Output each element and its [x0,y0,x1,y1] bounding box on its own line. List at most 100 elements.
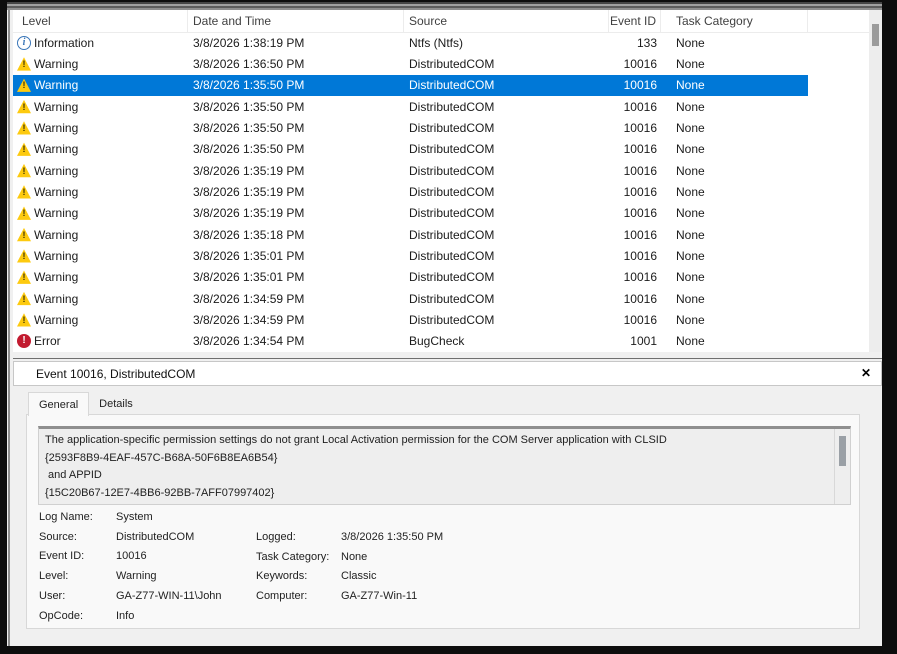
message-vertical-scrollbar[interactable] [834,429,850,504]
event-row[interactable]: Warning 3/8/2026 1:34:59 PM DistributedCOM… [13,288,808,309]
date-time-cell: 3/8/2026 1:34:54 PM [193,334,305,349]
toolbar-edge-strip [7,2,882,10]
date-time-cell: 3/8/2026 1:35:18 PM [193,227,305,242]
date-time-cell: 3/8/2026 1:38:19 PM [193,35,305,50]
warning-icon [17,227,31,242]
event-id-cell: 10016 [623,291,657,306]
level-label: Warning [34,291,79,306]
event-id-cell: 10016 [623,227,657,242]
event-row[interactable]: Warning 3/8/2026 1:35:18 PM DistributedCOM… [13,224,808,245]
task-category-cell: None [676,312,705,327]
level-cell: Warning [13,267,188,288]
error-icon [17,334,31,349]
detail-field: OpCode: Info [39,606,222,626]
column-header-level[interactable]: Level [13,10,188,32]
event-row[interactable]: Warning 3/8/2026 1:35:50 PM DistributedCOM… [13,96,808,117]
source-cell: DistributedCOM [409,184,495,199]
level-label: Error [34,334,61,349]
level-cell: Warning [13,139,188,160]
event-row[interactable]: Warning 3/8/2026 1:35:50 PM DistributedCOM… [13,74,808,96]
tab-details[interactable]: Details [89,392,143,415]
date-time-cell: 3/8/2026 1:35:01 PM [193,270,305,285]
level-cell: Information [13,32,188,53]
event-row[interactable]: Information 3/8/2026 1:38:19 PM Ntfs (Ntfs… [13,32,808,53]
task-category-cell: None [676,334,705,349]
event-row[interactable]: Error 3/8/2026 1:34:54 PM BugCheck 1001 None [13,331,808,352]
warning-icon [17,78,31,92]
message-line: The application-specific permission sett… [45,434,667,446]
detail-field: Computer: GA-Z77-Win-11 [256,586,443,606]
event-id-cell: 10016 [623,248,657,263]
detail-field: Logged: 3/8/2026 1:35:50 PM [256,527,443,547]
event-id-cell: 1001 [630,334,657,349]
message-line: {2593F8B9-4EAF-457C-B68A-50F6B8EA6B54} [45,451,278,464]
task-category-cell: None [676,184,705,199]
source-cell: DistributedCOM [409,120,495,135]
field-label: Logged: [256,530,296,543]
detail-field: Level: Warning [39,566,222,586]
level-label: Warning [34,312,79,327]
tab-general[interactable]: General [28,392,90,416]
event-list: Level Date and Time Source Event ID Task… [13,10,869,352]
event-row[interactable]: Warning 3/8/2026 1:35:50 PM DistributedCOM… [13,117,808,138]
date-time-cell: 3/8/2026 1:34:59 PM [193,312,305,327]
level-cell: Warning [13,288,188,309]
field-value: GA-Z77-WIN-11\John [116,590,222,603]
column-header-event-id[interactable]: Event ID [609,10,661,32]
event-id-cell: 10016 [623,206,657,221]
detail-pane-title: Event 10016, DistributedCOM [36,366,196,381]
warning-icon [17,206,31,220]
list-scrollbar-thumb[interactable] [872,24,879,46]
source-cell: DistributedCOM [409,206,495,221]
close-icon[interactable]: ✕ [861,366,871,380]
detail-field: Event ID: 10016 [39,547,222,567]
date-time-cell: 3/8/2026 1:35:50 PM [193,142,305,157]
event-message-text: The application-specific permission sett… [41,431,832,502]
field-label: Level: [39,570,69,583]
event-list-header: Level Date and Time Source Event ID Task… [13,10,869,33]
level-label: Warning [34,56,79,71]
column-header-source[interactable]: Source [404,10,609,32]
level-label: Warning [34,142,79,157]
task-category-cell: None [676,99,705,114]
field-value: 10016 [116,550,147,563]
field-value: None [341,550,368,563]
message-line: and APPID [45,469,102,481]
event-row[interactable]: Warning 3/8/2026 1:34:59 PM DistributedCOM… [13,309,808,330]
field-value: Warning [116,570,157,583]
column-header-date-time[interactable]: Date and Time [188,10,404,32]
warning-icon [17,121,31,135]
source-cell: Ntfs (Ntfs) [409,35,463,50]
level-cell: Warning [13,181,188,202]
source-cell: DistributedCOM [409,312,495,327]
event-row[interactable]: Warning 3/8/2026 1:35:19 PM DistributedCOM… [13,203,808,224]
detail-pane-title-bar: Event 10016, DistributedCOM ✕ [13,361,882,386]
warning-icon [17,57,31,71]
level-label: Warning [34,184,79,199]
bezel-bottom [0,646,897,654]
list-vertical-scrollbar[interactable] [869,10,882,352]
event-row[interactable]: Warning 3/8/2026 1:35:19 PM DistributedCOM… [13,181,808,202]
detail-tabs: General Details [28,392,143,416]
field-value: System [116,510,153,523]
task-category-cell: None [676,206,705,221]
column-header-task-category[interactable]: Task Category [661,10,808,32]
level-label: Warning [34,163,79,178]
source-cell: DistributedCOM [409,99,495,114]
event-id-cell: 10016 [623,56,657,71]
event-row[interactable]: Warning 3/8/2026 1:35:50 PM DistributedCOM… [13,139,808,160]
message-scrollbar-thumb[interactable] [839,436,846,466]
date-time-cell: 3/8/2026 1:36:50 PM [193,56,305,71]
level-cell: Warning [13,75,188,96]
warning-icon [17,163,31,178]
event-id-cell: 10016 [623,270,657,285]
date-time-cell: 3/8/2026 1:35:19 PM [193,184,305,199]
event-row[interactable]: Warning 3/8/2026 1:36:50 PM DistributedCOM… [13,53,808,74]
event-row[interactable]: Warning 3/8/2026 1:35:01 PM DistributedCOM… [13,267,808,288]
event-row[interactable]: Warning 3/8/2026 1:35:01 PM DistributedCOM… [13,245,808,266]
event-row[interactable]: Warning 3/8/2026 1:35:19 PM DistributedCOM… [13,160,808,181]
event-fields-left: Log Name: System Source: DistributedCOM Even… [39,507,222,626]
field-label: Task Category: [256,550,330,563]
level-label: Warning [34,227,79,242]
event-id-cell: 10016 [623,163,657,178]
